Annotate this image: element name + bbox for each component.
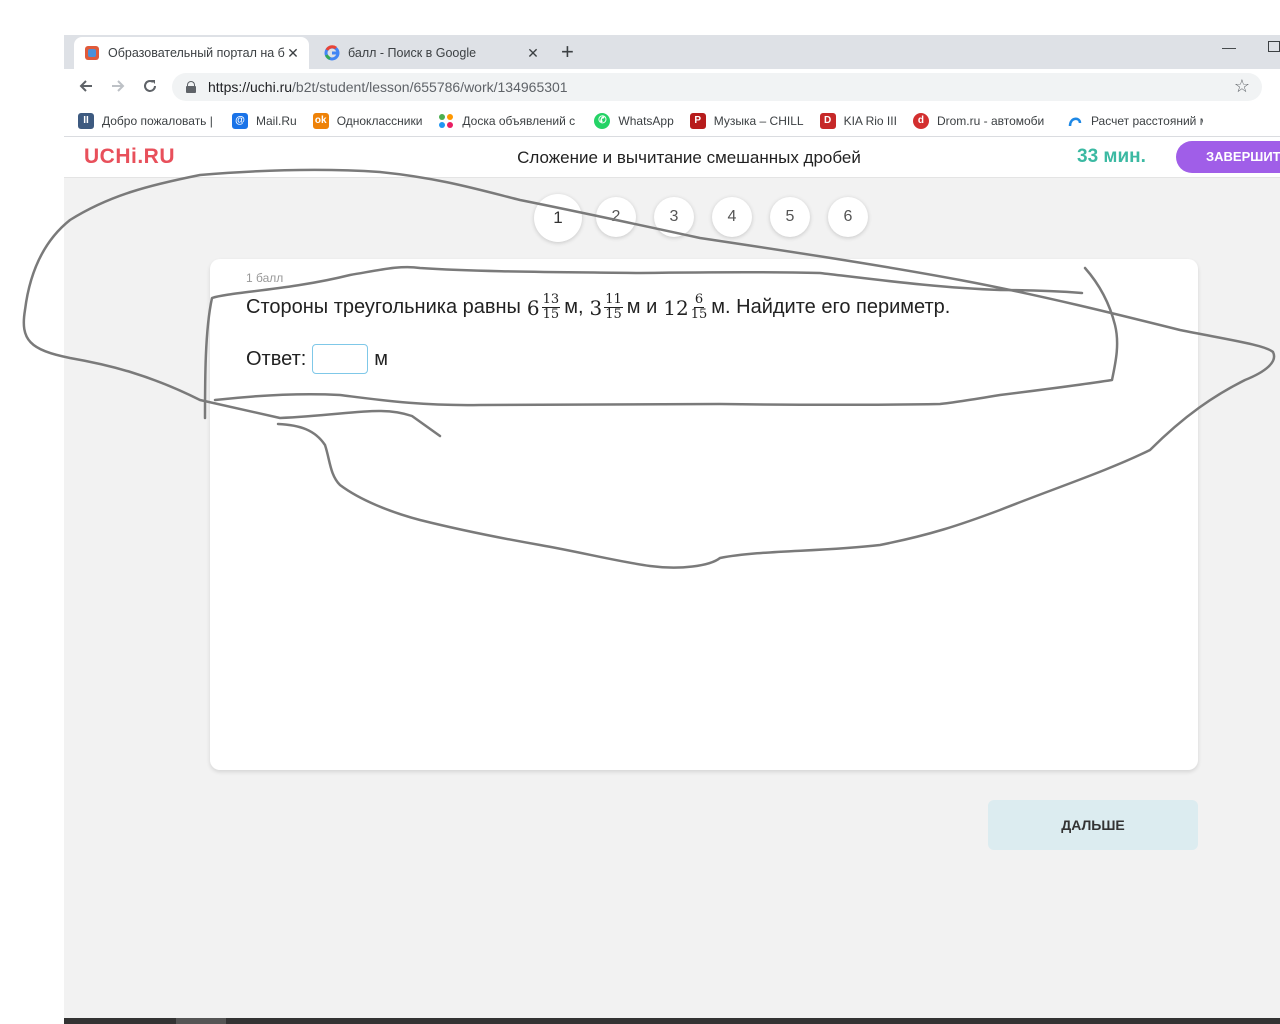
tile-icon: II [78,112,94,129]
address-bar[interactable]: https://uchi.ru/b2t/student/lesson/65578… [172,73,1262,101]
at-icon: @ [232,112,248,129]
tab-uchi[interactable]: Образовательный портал на ба ✕ [74,37,309,69]
next-button[interactable]: ДАЛЬШЕ [988,800,1198,850]
whole-part: 3 [589,295,603,320]
answer-unit: м [374,347,389,370]
bookmark-item[interactable]: II Добро пожаловать | [78,112,214,129]
finish-button[interactable]: ЗАВЕРШИТЬ [1176,141,1280,173]
bookmark-label: Drom.ru - автомоби [936,113,1045,128]
whatsapp-icon: ✆ [594,112,611,129]
whole-part: 6 [526,295,540,320]
page: UCHi.RU Сложение и вычитание смешанных д… [64,137,1280,1024]
step-2[interactable]: 2 [596,197,636,237]
task-question: Стороны треугольника равны 6 13 15 м, 3 … [246,293,950,322]
bookmark-item[interactable]: P Музыка – CHILL [689,112,804,129]
drom-icon: d [912,112,929,129]
reload-icon[interactable] [142,78,158,97]
tab-bar: Образовательный портал на ба ✕ балл - По… [64,35,1280,69]
back-arrow-icon[interactable] [78,78,94,97]
task-points: 1 балл [246,271,284,285]
tab-close-icon[interactable]: ✕ [525,45,541,62]
bookmark-item[interactable]: @ Mail.Ru [232,112,297,129]
uchi-favicon-icon [84,45,100,61]
denominator: 15 [690,307,708,322]
numerator: 6 [693,292,705,308]
question-text: Стороны треугольника равны [246,296,521,318]
timer: 33 мин. [1077,146,1146,167]
answer-input[interactable] [312,344,369,374]
tab-title: балл - Поиск в Google [348,46,477,60]
question-text: м и [626,296,658,318]
mixed-number-2: 3 11 15 [590,293,623,322]
mixed-number-3: 12 6 15 [663,293,707,322]
step-4[interactable]: 4 [712,197,752,237]
browser-chrome: Образовательный портал на ба ✕ балл - По… [64,35,1280,137]
new-tab-icon[interactable]: + [561,40,574,64]
answer-label: Ответ: [246,347,307,370]
route-icon [1066,112,1083,129]
dots-icon [438,112,455,129]
question-text: м. Найдите его периметр. [711,296,951,318]
bookmark-item[interactable]: ok Одноклассники [312,112,423,129]
bookmark-label: KIA Rio III [843,113,897,128]
denominator: 15 [542,307,560,322]
fraction: 6 15 [691,293,708,322]
bookmark-item[interactable]: ✆ WhatsApp [594,112,674,129]
bookmark-item[interactable]: d Drom.ru - автомоби [912,112,1049,129]
step-1[interactable]: 1 [534,194,582,242]
minimize-icon[interactable]: — [1222,39,1236,55]
google-favicon-icon [324,45,340,61]
taskbar-item[interactable] [176,1018,226,1024]
step-6[interactable]: 6 [828,197,868,237]
question-text: м, [564,296,584,318]
forward-arrow-icon[interactable] [110,78,126,97]
mixed-number-1: 6 13 15 [526,292,561,322]
tab-google[interactable]: балл - Поиск в Google ✕ [314,37,549,69]
step-3[interactable]: 3 [654,197,694,237]
step-5[interactable]: 5 [770,197,810,237]
denominator: 15 [605,307,622,322]
lock-icon [186,81,196,93]
taskbar [64,1018,1280,1024]
numerator: 13 [541,292,561,308]
bookmark-item[interactable]: D KIA Rio III [819,112,897,129]
bookmark-label: Одноклассники [336,113,423,128]
bookmark-label: Mail.Ru [256,113,297,128]
p-icon: P [689,112,706,129]
answer-row: Ответ: м [246,344,388,374]
browser-toolbar: https://uchi.ru/b2t/student/lesson/65578… [64,69,1280,105]
task-card: 1 балл Стороны треугольника равны 6 13 1… [210,259,1198,770]
bookmark-label: Добро пожаловать | [102,113,213,128]
screen: Образовательный портал на ба ✕ балл - По… [0,0,1280,1024]
lesson-header: UCHi.RU Сложение и вычитание смешанных д… [64,137,1280,178]
tab-title: Образовательный портал на ба [108,46,285,60]
bookmarks-bar: II Добро пожаловать | @ Mail.Ru ok Однок… [64,105,1280,137]
bookmark-item[interactable]: Доска объявлений с [438,112,578,129]
d-icon: D [819,112,836,129]
url-host: https://uchi.ru [208,79,293,95]
task-stepper: 1 2 3 4 5 6 [534,194,886,242]
numerator: 11 [604,292,623,308]
bookmark-label: Музыка – CHILL [713,113,804,128]
fraction: 11 15 [604,293,623,322]
fraction: 13 15 [541,292,561,322]
bookmark-star-icon[interactable]: ☆ [1234,76,1250,97]
bookmark-item[interactable]: Расчет расстояний м [1066,112,1203,129]
url-path: /b2t/student/lesson/655786/work/13496530… [292,79,568,95]
tab-close-icon[interactable]: ✕ [285,45,301,62]
maximize-icon[interactable] [1268,41,1280,52]
bookmark-label: WhatsApp [618,113,674,128]
bookmark-label: Доска объявлений с [462,113,576,128]
ok-icon: ok [312,112,329,129]
bookmark-label: Расчет расстояний м [1090,113,1203,128]
whole-part: 12 [663,295,689,320]
